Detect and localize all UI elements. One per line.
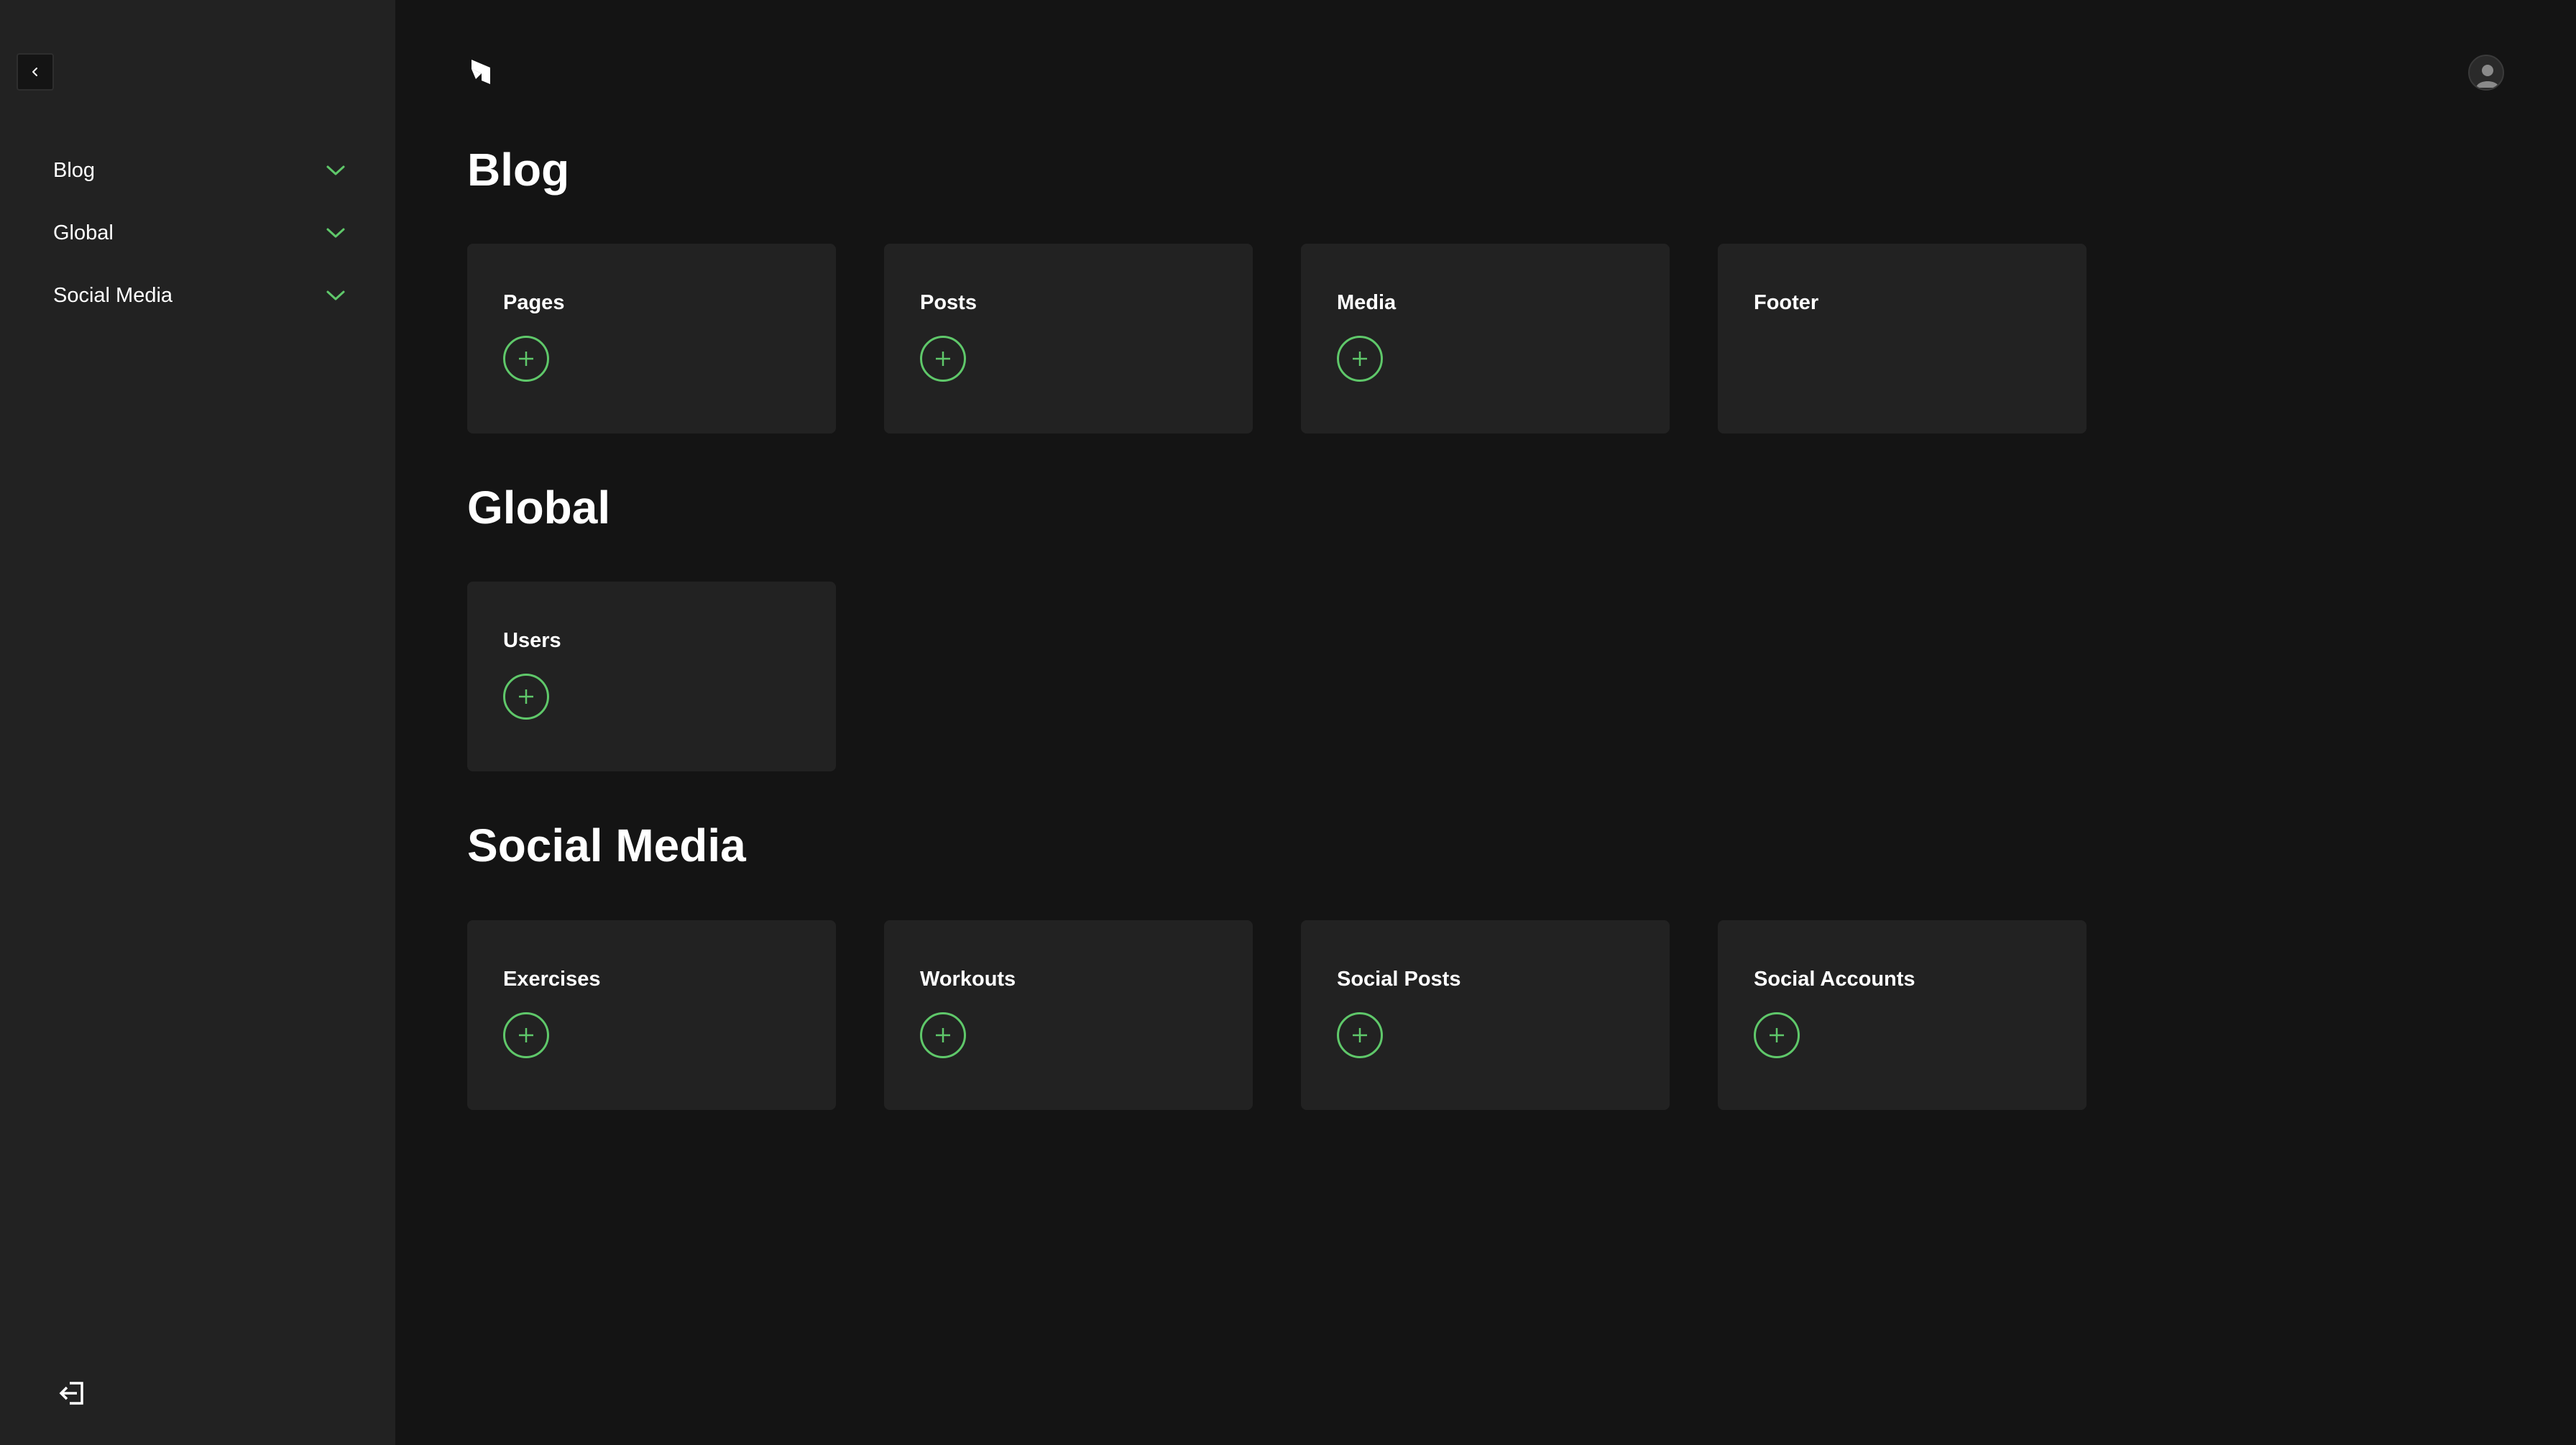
card-title: Users: [503, 629, 561, 652]
collection-card-social-accounts[interactable]: Social Accounts: [1718, 920, 2087, 1110]
user-avatar[interactable]: [2468, 55, 2504, 91]
plus-icon: [936, 1028, 950, 1042]
plus-icon: [936, 352, 950, 366]
collection-card-users[interactable]: Users: [467, 582, 836, 771]
sidebar-group-label: Global: [53, 221, 114, 244]
card-title: Workouts: [920, 968, 1016, 991]
add-social-accounts-button[interactable]: [1754, 1012, 1800, 1058]
sidebar: Blog Global Social Media: [0, 0, 395, 1445]
section-title-global: Global: [467, 482, 611, 533]
chevron-down-icon[interactable]: [323, 221, 348, 245]
chevron-down-icon[interactable]: [323, 158, 348, 183]
collapse-sidebar-button[interactable]: [17, 53, 54, 91]
collection-card-exercises[interactable]: Exercises: [467, 920, 836, 1110]
card-title: Footer: [1754, 291, 1819, 314]
sidebar-group-social-media[interactable]: Social Media: [53, 274, 348, 317]
user-avatar-icon: [2476, 65, 2499, 88]
plus-icon: [519, 1028, 533, 1042]
add-users-button[interactable]: [503, 674, 549, 720]
plus-icon: [519, 352, 533, 366]
logout-button[interactable]: [53, 1376, 91, 1410]
logo-icon[interactable]: [467, 58, 494, 86]
card-title: Posts: [920, 291, 977, 314]
section-title-blog: Blog: [467, 144, 570, 196]
global-card-footer[interactable]: Footer: [1718, 244, 2087, 434]
card-title: Exercises: [503, 968, 601, 991]
chevron-left-icon: [32, 68, 37, 76]
add-media-button[interactable]: [1337, 336, 1383, 382]
card-title: Social Posts: [1337, 968, 1461, 991]
add-exercises-button[interactable]: [503, 1012, 549, 1058]
card-title: Pages: [503, 291, 565, 314]
chevron-down-icon[interactable]: [323, 283, 348, 308]
section-title-social-media: Social Media: [467, 820, 746, 871]
add-workouts-button[interactable]: [920, 1012, 966, 1058]
sidebar-group-label: Blog: [53, 158, 96, 182]
add-posts-button[interactable]: [920, 336, 966, 382]
plus-icon: [1353, 1028, 1367, 1042]
collection-card-media[interactable]: Media: [1301, 244, 1670, 434]
add-pages-button[interactable]: [503, 336, 549, 382]
plus-icon: [1770, 1028, 1784, 1042]
collection-card-posts[interactable]: Posts: [884, 244, 1253, 434]
add-social-posts-button[interactable]: [1337, 1012, 1383, 1058]
sidebar-group-blog[interactable]: Blog: [53, 149, 348, 192]
plus-icon: [519, 689, 533, 704]
app-root: Blog Global Social Media Blog Pages Post…: [0, 0, 2576, 1445]
card-title: Media: [1337, 291, 1397, 314]
collection-card-pages[interactable]: Pages: [467, 244, 836, 434]
collection-card-workouts[interactable]: Workouts: [884, 920, 1253, 1110]
collection-card-social-posts[interactable]: Social Posts: [1301, 920, 1670, 1110]
plus-icon: [1353, 352, 1367, 366]
sidebar-group-global[interactable]: Global: [53, 211, 348, 254]
logout-icon: [59, 1382, 83, 1405]
card-title: Social Accounts: [1754, 968, 1915, 991]
sidebar-group-label: Social Media: [53, 283, 173, 307]
